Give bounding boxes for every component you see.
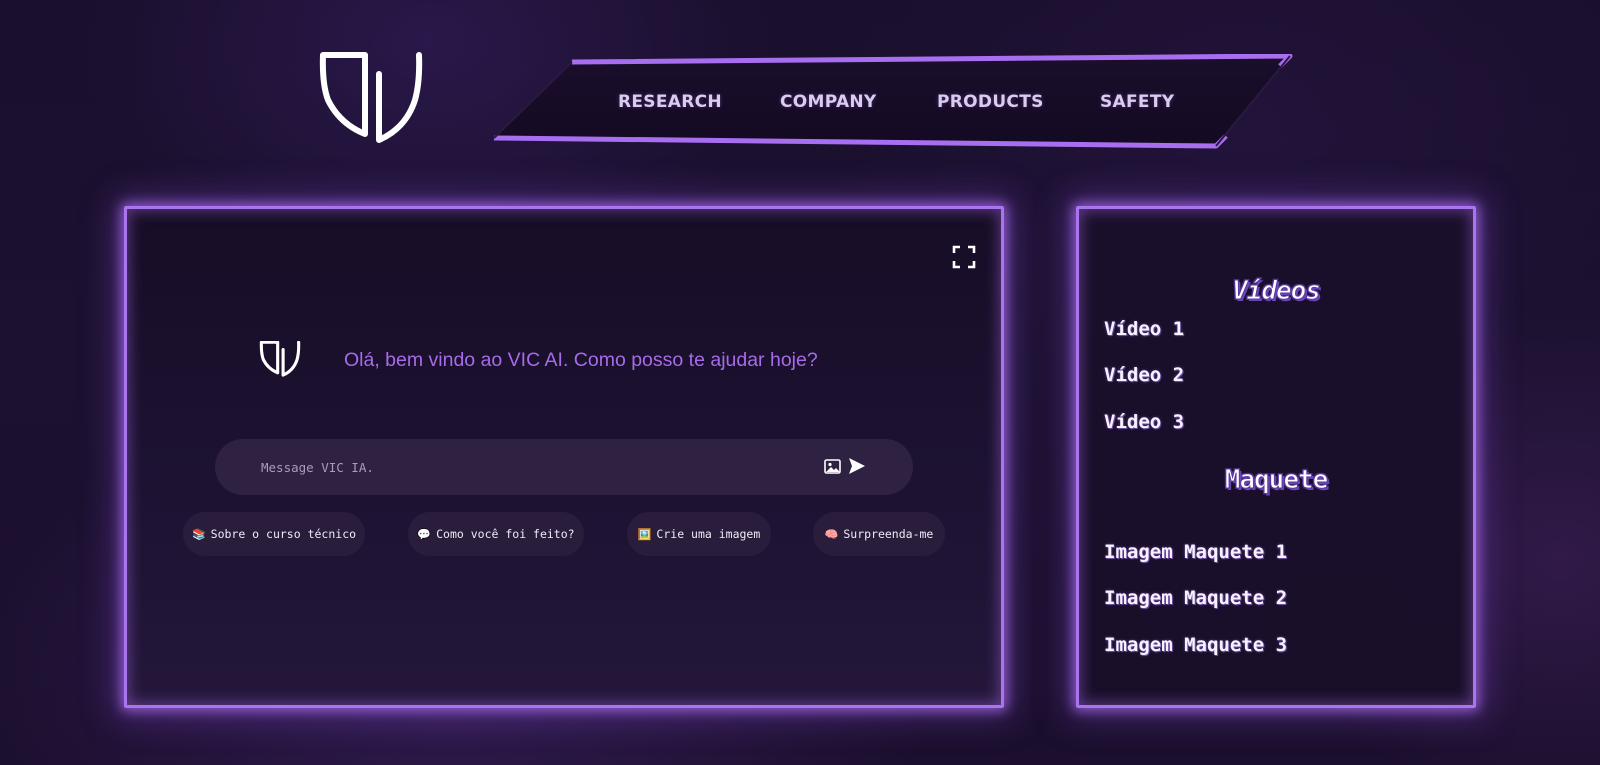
image-upload-icon[interactable] bbox=[824, 458, 841, 475]
nav-research[interactable]: RESEARCH bbox=[618, 92, 780, 112]
maquete-link-3[interactable]: Imagem Maquete 3 bbox=[1104, 634, 1287, 656]
message-input[interactable] bbox=[261, 455, 781, 479]
main-nav: RESEARCH COMPANY PRODUCTS SAFETY bbox=[490, 54, 1296, 150]
nav-safety[interactable]: SAFETY bbox=[1100, 92, 1180, 112]
vic-shield-logo-icon[interactable] bbox=[318, 52, 424, 150]
picture-icon: 🖼️ bbox=[637, 527, 652, 541]
nav-company[interactable]: COMPANY bbox=[780, 92, 937, 112]
message-bar bbox=[215, 439, 913, 495]
fullscreen-expand-icon[interactable] bbox=[952, 245, 976, 269]
suggestion-label: Como você foi feito? bbox=[436, 527, 575, 541]
send-arrow-icon[interactable] bbox=[848, 457, 866, 475]
suggestion-label: Surpreenda-me bbox=[843, 527, 934, 541]
vic-shield-logo-icon bbox=[259, 340, 301, 379]
video-link-2[interactable]: Vídeo 2 bbox=[1104, 364, 1184, 386]
brain-icon: 🧠 bbox=[824, 527, 839, 541]
suggestion-label: Sobre o curso técnico bbox=[210, 527, 357, 541]
suggestion-chip-curso[interactable]: 📚 Sobre o curso técnico bbox=[183, 512, 365, 556]
maquete-heading: Maquete bbox=[1224, 465, 1329, 496]
suggestion-label: Crie uma imagem bbox=[656, 527, 761, 541]
maquete-link-2[interactable]: Imagem Maquete 2 bbox=[1104, 587, 1287, 609]
speech-bubble-icon: 💬 bbox=[417, 527, 432, 541]
nav-products[interactable]: PRODUCTS bbox=[937, 92, 1100, 112]
media-sidebar: Vídeos Vídeo 1 Vídeo 2 Vídeo 3 Maquete I… bbox=[1076, 206, 1476, 708]
video-link-3[interactable]: Vídeo 3 bbox=[1104, 411, 1184, 433]
welcome-message: Olá, bem vindo ao VIC AI. Como posso te … bbox=[344, 349, 818, 371]
suggestion-chip-surpreenda[interactable]: 🧠 Surpreenda-me bbox=[813, 512, 945, 556]
suggestion-chip-crie-imagem[interactable]: 🖼️ Crie uma imagem bbox=[627, 512, 771, 556]
videos-heading: Vídeos bbox=[1232, 276, 1322, 307]
suggestion-chip-como-feito[interactable]: 💬 Como você foi feito? bbox=[408, 512, 584, 556]
books-icon: 📚 bbox=[191, 527, 206, 541]
video-link-1[interactable]: Vídeo 1 bbox=[1104, 318, 1184, 340]
chat-panel: Olá, bem vindo ao VIC AI. Como posso te … bbox=[124, 206, 1004, 708]
maquete-link-1[interactable]: Imagem Maquete 1 bbox=[1104, 541, 1287, 563]
